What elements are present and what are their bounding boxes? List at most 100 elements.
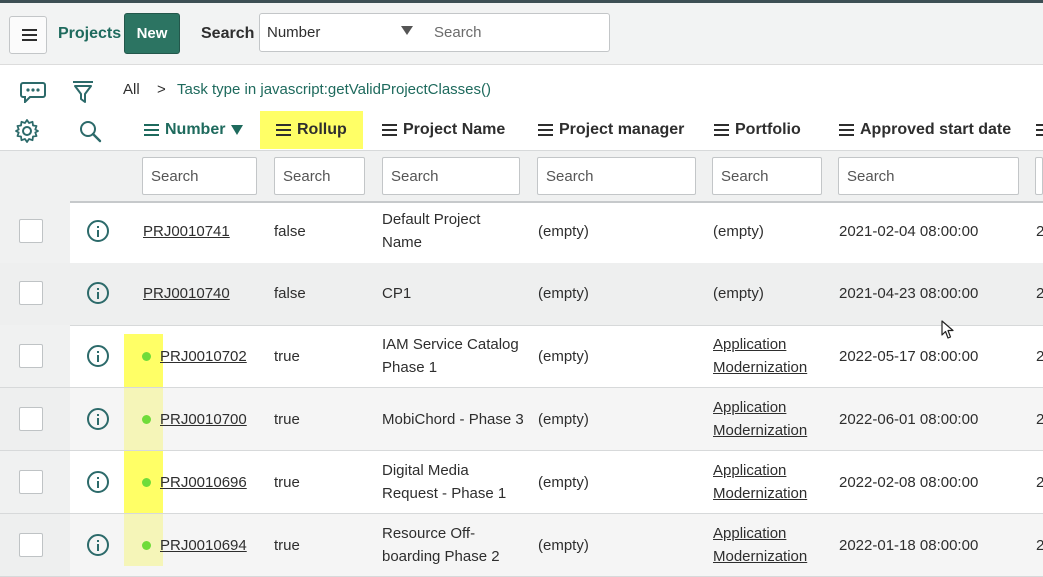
rollup-value: true	[274, 411, 300, 428]
table-row: PRJ0010702 true IAM Service Catalog Phase…	[0, 325, 1043, 388]
column-label: Project manager	[559, 121, 685, 138]
column-menu-icon[interactable]	[839, 124, 854, 136]
rollup-value: true	[274, 474, 300, 491]
list-title: Projects	[58, 25, 122, 42]
approved-start-date: 2021-04-23 08:00:00	[839, 285, 979, 302]
column-menu-icon[interactable]	[1036, 124, 1043, 136]
project-manager: (empty)	[538, 348, 589, 365]
rollup-search-input[interactable]	[274, 157, 365, 195]
project-name-search-input[interactable]	[382, 157, 520, 195]
column-menu-icon[interactable]	[538, 124, 553, 136]
column-header-number[interactable]: Number	[144, 120, 244, 140]
table-row: PRJ0010694 true Resource Off-boarding Ph…	[0, 514, 1043, 577]
search-field-select[interactable]: Number	[259, 13, 424, 52]
info-icon[interactable]	[87, 220, 109, 242]
project-manager-search-input[interactable]	[537, 157, 696, 195]
project-number-link[interactable]: PRJ0010696	[160, 471, 247, 494]
portfolio: (empty)	[713, 223, 764, 240]
table-row: PRJ0010700 true MobiChord - Phase 3 (emp…	[0, 388, 1043, 451]
row-checkbox[interactable]	[19, 470, 43, 494]
project-manager: (empty)	[538, 285, 589, 302]
info-icon[interactable]	[87, 471, 109, 493]
project-number-link[interactable]: PRJ0010740	[143, 282, 230, 305]
number-search-input[interactable]	[142, 157, 257, 195]
row-checkbox[interactable]	[19, 219, 43, 243]
menu-icon[interactable]	[9, 16, 47, 54]
column-menu-icon[interactable]	[144, 124, 159, 136]
rollup-value: true	[274, 348, 300, 365]
project-number-link[interactable]: PRJ0010741	[143, 220, 230, 243]
truncated-cell: 2	[1036, 537, 1043, 554]
comment-icon[interactable]	[20, 81, 46, 103]
truncated-cell: 2	[1036, 223, 1043, 240]
column-label: Project Name	[403, 121, 506, 138]
truncated-cell: 2	[1036, 411, 1043, 428]
rollup-value: false	[274, 223, 306, 240]
status-dot-icon	[142, 415, 151, 424]
portfolio-link[interactable]: Application Modernization	[713, 522, 807, 568]
project-name: Resource Off-boarding Phase 2	[382, 525, 500, 565]
column-menu-icon[interactable]	[382, 124, 397, 136]
approved-start-date: 2022-05-17 08:00:00	[839, 348, 979, 365]
filter-icon[interactable]	[71, 79, 95, 105]
portfolio-link[interactable]: Application Modernization	[713, 459, 807, 505]
column-label: Approved start date	[860, 121, 1012, 138]
new-button[interactable]: New	[124, 13, 180, 54]
breadcrumb-filter[interactable]: Task type in javascript:getValidProjectC…	[177, 81, 491, 98]
search-field-value: Number	[267, 24, 321, 41]
approved-start-date: 2022-01-18 08:00:00	[839, 537, 979, 554]
rollup-value: false	[274, 285, 306, 302]
chevron-down-icon	[401, 26, 413, 35]
project-number-link[interactable]: PRJ0010702	[160, 345, 247, 368]
project-number-link[interactable]: PRJ0010700	[160, 408, 247, 431]
portfolio-search-input[interactable]	[712, 157, 822, 195]
column-header-portfolio[interactable]: Portfolio	[714, 120, 801, 140]
info-icon[interactable]	[87, 345, 109, 367]
approved-start-date: 2022-02-08 08:00:00	[839, 474, 979, 491]
truncated-cell: 2	[1036, 474, 1043, 491]
project-manager: (empty)	[538, 474, 589, 491]
column-menu-icon[interactable]	[714, 124, 729, 136]
status-dot-icon	[142, 352, 151, 361]
info-icon[interactable]	[87, 282, 109, 304]
column-menu-icon[interactable]	[276, 124, 291, 136]
project-name: CP1	[382, 285, 412, 302]
search-label: Search	[201, 25, 255, 42]
row-checkbox[interactable]	[19, 407, 43, 431]
info-icon[interactable]	[87, 408, 109, 430]
portfolio-link[interactable]: Application Modernization	[713, 333, 807, 379]
info-icon[interactable]	[87, 534, 109, 556]
column-header-approved-start-date[interactable]: Approved start date	[839, 120, 1011, 140]
project-manager: (empty)	[538, 223, 589, 240]
project-name: IAM Service Catalog Phase 1	[382, 336, 519, 376]
project-number-link[interactable]: PRJ0010694	[160, 534, 247, 557]
project-manager: (empty)	[538, 411, 589, 428]
row-checkbox[interactable]	[19, 344, 43, 368]
column-label: Rollup	[297, 121, 347, 138]
truncated-search-input[interactable]	[1035, 157, 1043, 195]
status-dot-icon	[142, 541, 151, 550]
list-header: Projects New Search Number	[0, 3, 1043, 65]
breadcrumb-all[interactable]: All	[123, 81, 140, 98]
cursor-icon	[941, 320, 954, 339]
column-label: Number	[165, 121, 226, 138]
project-name: MobiChord - Phase 3	[382, 411, 524, 428]
table-row: PRJ0010740 false CP1 (empty) (empty) 202…	[0, 263, 1043, 326]
breadcrumb-separator: >	[157, 81, 166, 98]
column-header-project-name[interactable]: Project Name	[382, 120, 505, 140]
column-header-truncated[interactable]	[1036, 120, 1043, 140]
portfolio-link[interactable]: Application Modernization	[713, 396, 807, 442]
row-checkbox[interactable]	[19, 281, 43, 305]
row-checkbox[interactable]	[19, 533, 43, 557]
search-icon[interactable]	[78, 119, 102, 143]
status-dot-icon	[142, 478, 151, 487]
column-label: Portfolio	[735, 121, 801, 138]
approved-start-date-search-input[interactable]	[838, 157, 1019, 195]
column-header-project-manager[interactable]: Project manager	[538, 120, 684, 140]
table-row: PRJ0010741 false Default Project Name (em…	[0, 201, 1043, 264]
truncated-cell: 2	[1036, 285, 1043, 302]
search-input[interactable]	[423, 13, 610, 52]
sort-descending-icon	[231, 125, 244, 135]
column-header-rollup[interactable]: Rollup	[276, 120, 347, 140]
gear-icon[interactable]	[14, 118, 40, 144]
